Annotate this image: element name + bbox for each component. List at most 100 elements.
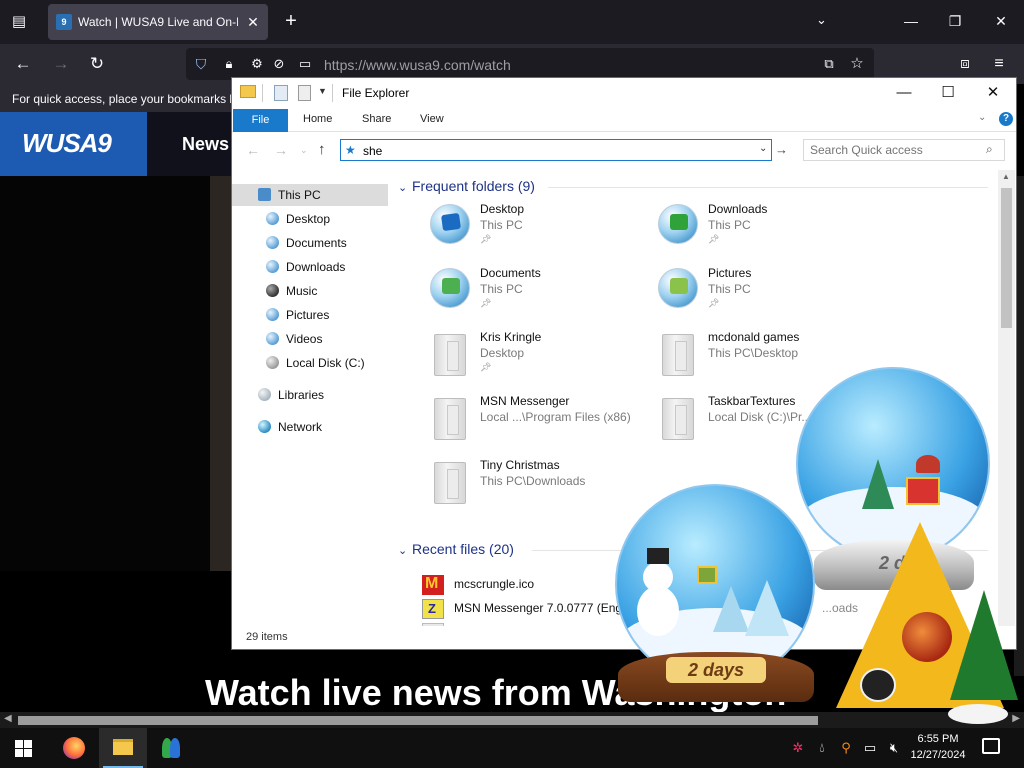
new-folder-icon[interactable] — [298, 85, 311, 101]
tab-list-icon[interactable]: ▤ — [8, 12, 30, 32]
forward-icon[interactable]: → — [50, 53, 72, 75]
clock-date[interactable]: 12/27/2024 — [910, 749, 966, 761]
tray-droplet-icon[interactable]: 💧︎ — [814, 740, 830, 756]
scrollbar-thumb[interactable] — [1001, 188, 1012, 328]
list-all-tabs-icon[interactable]: ⌄ — [816, 12, 827, 28]
address-bar[interactable]: ★ ⌄ — [340, 139, 772, 161]
scroll-right-icon[interactable]: ▶ — [1012, 713, 1020, 724]
lock-icon[interactable]: 🔒︎ — [218, 53, 240, 75]
back-icon[interactable]: ← — [246, 142, 260, 158]
browser-tab-active[interactable]: 9 Watch | WUSA9 Live and On-De ✕ — [48, 4, 268, 40]
tray-search-icon[interactable]: ⚲ — [838, 740, 854, 756]
page-horizontal-scrollbar[interactable]: ◀ ▶ — [0, 712, 1024, 728]
action-center-icon[interactable] — [982, 738, 1000, 754]
folder-tile-downloads[interactable]: Downloads This PC 📌︎ — [658, 202, 878, 262]
window-title: File Explorer — [342, 86, 410, 100]
url-bar[interactable]: ⛉ 🔒︎ ⚙ ⊘ ▭ https://www.wusa9.com/watch ⧉… — [186, 48, 874, 80]
scroll-left-icon[interactable]: ◀ — [4, 713, 12, 724]
video-player[interactable] — [0, 176, 240, 571]
search-input[interactable] — [810, 143, 980, 157]
back-icon[interactable]: ← — [12, 53, 34, 75]
folder-tile-desktop[interactable]: Desktop This PC 📌︎ — [430, 202, 650, 262]
site-nav-news[interactable]: News — [182, 134, 229, 155]
nav-item-downloads[interactable]: Downloads — [232, 256, 388, 278]
nav-item-music[interactable]: Music — [232, 280, 388, 302]
nav-item-local-disk[interactable]: Local Disk (C:) — [232, 352, 388, 374]
tile-name: MSN Messenger — [480, 394, 570, 408]
tab-close-icon[interactable]: ✕ — [244, 13, 262, 31]
archive-icon: Z — [422, 599, 444, 619]
help-icon[interactable]: ? — [999, 112, 1013, 126]
address-dropdown-icon[interactable]: ⌄ — [759, 143, 767, 154]
explorer-title-bar[interactable]: ▼ File Explorer — ☐ ✕ — [232, 78, 1016, 108]
nav-item-videos[interactable]: Videos — [232, 328, 388, 350]
nav-label: Desktop — [286, 212, 331, 226]
restore-icon[interactable]: ❐ — [942, 10, 968, 32]
minimize-icon[interactable]: — — [898, 10, 924, 32]
reload-icon[interactable]: ↻ — [86, 53, 108, 75]
site-logo[interactable]: WUSA9 — [0, 112, 147, 176]
go-arrow-icon[interactable]: → — [775, 142, 788, 157]
nav-item-network[interactable]: Network — [232, 416, 388, 438]
nav-label: Network — [278, 420, 323, 434]
folder-tile-msn-messenger[interactable]: MSN Messenger Local ...\Program Files (x… — [430, 394, 650, 454]
menu-icon[interactable]: ≡ — [988, 53, 1010, 75]
close-icon[interactable]: ✕ — [975, 81, 1011, 105]
reader-view-icon[interactable]: ▭ — [294, 53, 316, 75]
customize-qat-icon[interactable]: ▼ — [318, 86, 327, 96]
minimize-icon[interactable]: — — [886, 81, 922, 105]
extensions-icon[interactable]: ⧈ — [954, 53, 976, 75]
search-box[interactable]: ⌕ — [803, 139, 1005, 161]
nav-item-libraries[interactable]: Libraries — [232, 384, 388, 406]
top-hat-icon — [647, 548, 669, 564]
properties-icon[interactable] — [274, 85, 288, 101]
up-icon[interactable]: ↑ — [318, 141, 326, 158]
ribbon-tabs: File Home Share View ⌄ ? — [232, 108, 1016, 132]
url-text[interactable]: https://www.wusa9.com/watch — [324, 57, 511, 73]
folder-tile-documents[interactable]: Documents This PC 📌︎ — [430, 266, 650, 326]
clock-time[interactable]: 6:55 PM — [910, 733, 966, 745]
scrollbar-thumb[interactable] — [18, 716, 818, 725]
search-icon[interactable]: ⌕ — [986, 142, 993, 157]
tray-app-icon[interactable]: ✲ — [790, 740, 806, 756]
expand-ribbon-icon[interactable]: ⌄ — [978, 112, 986, 123]
folder-tile-kris-kringle[interactable]: Kris Kringle Desktop 📌︎ — [430, 330, 650, 390]
taskbar-file-explorer[interactable] — [99, 728, 147, 768]
nav-item-this-pc[interactable]: This PC — [232, 184, 388, 206]
maximize-icon[interactable]: ☐ — [930, 81, 966, 105]
close-window-icon[interactable]: ✕ — [988, 10, 1014, 32]
gift-icon — [906, 477, 940, 505]
recent-files-header[interactable]: ⌄ Recent files (20) — [398, 541, 514, 557]
tab-home[interactable]: Home — [303, 113, 332, 125]
folder-tile-tiny-christmas[interactable]: Tiny Christmas This PC\Downloads — [430, 458, 650, 518]
qat-divider — [262, 84, 263, 102]
start-button[interactable] — [0, 728, 48, 768]
autoplay-blocked-icon[interactable]: ⊘ — [268, 53, 290, 75]
scroll-up-icon[interactable]: ▲ — [1002, 172, 1010, 181]
address-input[interactable] — [363, 143, 743, 158]
bookmark-star-icon[interactable]: ☆ — [846, 53, 868, 75]
forward-icon[interactable]: → — [274, 142, 288, 158]
folder-tile-pictures[interactable]: Pictures This PC 📌︎ — [658, 266, 878, 326]
network-icon[interactable]: ▭ — [862, 740, 878, 756]
tracking-shield-icon[interactable]: ⛉ — [190, 53, 212, 75]
nav-item-desktop[interactable]: Desktop — [232, 208, 388, 230]
volume-muted-icon[interactable]: 🔇︎ — [886, 740, 902, 756]
tab-share[interactable]: Share — [362, 113, 391, 125]
drive-icon — [266, 356, 279, 369]
taskbar-firefox[interactable] — [50, 728, 98, 768]
tab-view[interactable]: View — [420, 113, 444, 125]
tab-file[interactable]: File — [233, 109, 288, 132]
frequent-folders-header[interactable]: ⌄ Frequent folders (9) — [398, 178, 535, 194]
nav-item-documents[interactable]: Documents — [232, 232, 388, 254]
nav-item-pictures[interactable]: Pictures — [232, 304, 388, 326]
picture-in-picture-icon[interactable]: ⧉ — [818, 53, 840, 75]
new-tab-icon[interactable]: + — [280, 10, 302, 32]
taskbar-msn-messenger[interactable] — [148, 728, 196, 768]
bookmarks-bar: For quick access, place your bookmarks h — [0, 84, 240, 112]
status-item-count: 29 items — [246, 631, 288, 643]
recent-locations-icon[interactable]: ⌄ — [300, 145, 308, 156]
pin-icon: 📌︎ — [480, 362, 492, 372]
firefox-icon — [63, 737, 85, 759]
permissions-icon[interactable]: ⚙ — [246, 53, 268, 75]
